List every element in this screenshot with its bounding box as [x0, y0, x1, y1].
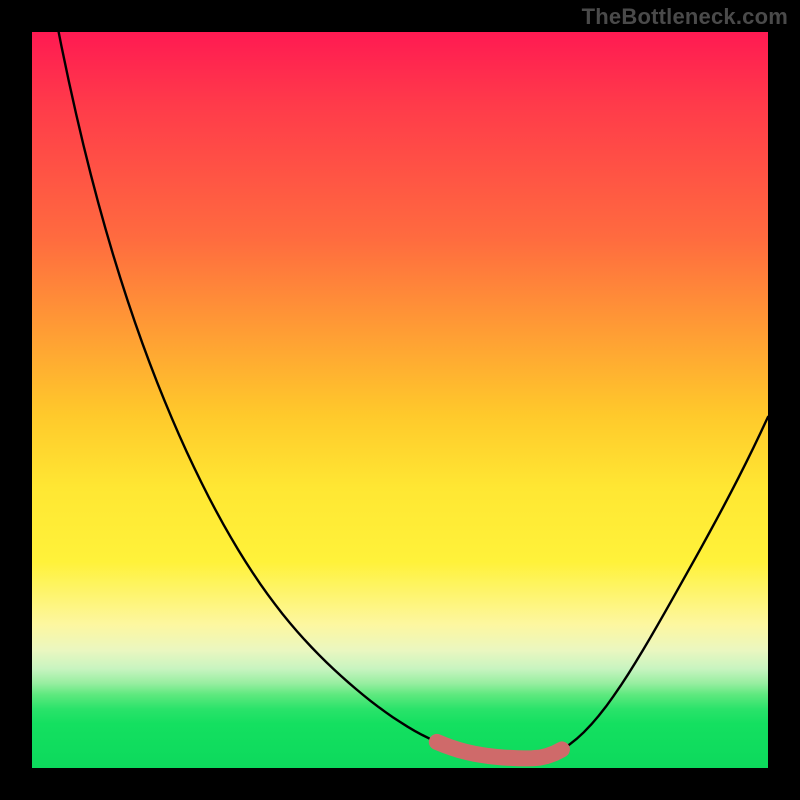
bottleneck-curve-path: [32, 0, 768, 758]
watermark-text: TheBottleneck.com: [582, 4, 788, 30]
valley-marker: [437, 742, 562, 758]
chart-svg: [32, 32, 768, 768]
outer-frame: TheBottleneck.com: [0, 0, 800, 800]
bottleneck-chart: [32, 32, 768, 768]
